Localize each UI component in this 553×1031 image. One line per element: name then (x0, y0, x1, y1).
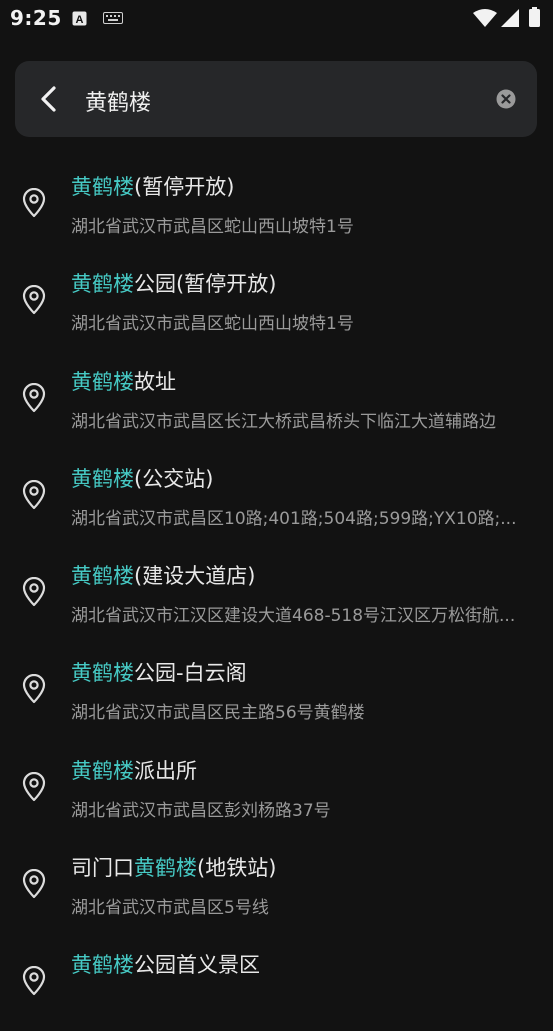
battery-icon (529, 7, 540, 27)
svg-text:A: A (76, 14, 84, 26)
result-address: 湖北省武汉市武昌区蛇山西山坡特1号 (71, 217, 354, 237)
search-bar[interactable]: 黄鹤楼 (15, 61, 537, 137)
result-item[interactable]: 黄鹤楼派出所 湖北省武汉市武昌区彭刘杨路37号 (0, 739, 553, 836)
result-title: 黄鹤楼派出所 (71, 755, 197, 785)
result-address: 湖北省武汉市武昌区5号线 (71, 898, 269, 919)
title-highlight: 黄鹤楼 (71, 369, 134, 394)
location-pin-icon (22, 479, 46, 509)
result-item[interactable]: 黄鹤楼(暂停开放) 湖北省武汉市武昌区蛇山西山坡特1号 (0, 155, 553, 252)
result-title: 黄鹤楼公园-白云阁 (71, 657, 247, 687)
location-pin-icon (22, 966, 46, 996)
title-highlight: 黄鹤楼 (71, 466, 134, 491)
title-highlight: 黄鹤楼 (71, 272, 134, 297)
result-title: 黄鹤楼(暂停开放) (71, 171, 234, 201)
keyboard-icon (103, 12, 123, 24)
result-title: 司门口黄鹤楼(地铁站) (71, 852, 276, 882)
title-suffix: (地铁站) (197, 856, 277, 881)
title-prefix: 司门口 (71, 856, 134, 881)
result-title: 黄鹤楼公园首义景区 (71, 949, 260, 979)
result-item[interactable]: 黄鹤楼公园-白云阁 湖北省武汉市武昌区民主路56号黄鹤楼 (0, 641, 553, 738)
status-bar: 9:25 A (0, 0, 553, 36)
result-item[interactable]: 黄鹤楼(公交站) 湖北省武汉市武昌区10路;401路;504路;599路;YX1… (0, 447, 553, 544)
title-highlight: 黄鹤楼 (71, 564, 134, 589)
title-highlight: 黄鹤楼 (71, 175, 134, 199)
title-suffix: (暂停开放) (134, 175, 235, 199)
result-title: 黄鹤楼故址 (71, 366, 176, 396)
result-item[interactable]: 黄鹤楼(建设大道店) 湖北省武汉市江汉区建设大道468-518号江汉区万松街航.… (0, 544, 553, 641)
result-address: 湖北省武汉市武昌区10路;401路;504路;599路;YX10路;... (71, 508, 517, 529)
chevron-left-icon[interactable] (35, 84, 65, 114)
clear-circle-icon[interactable] (496, 89, 516, 109)
title-highlight: 黄鹤楼 (134, 856, 197, 881)
a-notification-icon: A (72, 11, 87, 26)
result-address: 湖北省武汉市江汉区建设大道468-518号江汉区万松街航... (71, 606, 516, 627)
location-pin-icon (22, 577, 46, 607)
result-item[interactable]: 黄鹤楼公园(暂停开放) 湖北省武汉市武昌区蛇山西山坡特1号 (0, 252, 553, 349)
result-title: 黄鹤楼(建设大道店) (71, 560, 255, 590)
title-highlight: 黄鹤楼 (71, 953, 134, 978)
result-title: 黄鹤楼(公交站) (71, 463, 213, 493)
location-pin-icon (22, 382, 46, 412)
result-address: 湖北省武汉市武昌区彭刘杨路37号 (71, 800, 331, 821)
title-suffix: (建设大道店) (134, 564, 256, 589)
title-suffix: 公园-白云阁 (134, 661, 247, 686)
status-time: 9:25 (10, 6, 62, 30)
location-pin-icon (22, 285, 46, 315)
title-highlight: 黄鹤楼 (71, 758, 134, 783)
results-list: 黄鹤楼(暂停开放) 湖北省武汉市武昌区蛇山西山坡特1号 黄鹤楼公园(暂停开放) … (0, 155, 553, 1031)
result-title: 黄鹤楼公园(暂停开放) (71, 268, 276, 298)
location-pin-icon (22, 674, 46, 704)
result-address: 湖北省武汉市武昌区民主路56号黄鹤楼 (71, 703, 365, 724)
location-pin-icon (22, 188, 46, 218)
search-input[interactable]: 黄鹤楼 (85, 85, 151, 117)
title-suffix: 公园首义景区 (134, 953, 260, 978)
signal-icon (501, 9, 519, 27)
location-pin-icon (22, 869, 46, 899)
title-highlight: 黄鹤楼 (71, 661, 134, 686)
title-suffix: 派出所 (134, 758, 197, 783)
wifi-icon (473, 9, 497, 27)
result-address: 湖北省武汉市武昌区长江大桥武昌桥头下临江大道辅路边 (71, 411, 496, 432)
result-item[interactable]: 黄鹤楼公园首义景区 (0, 933, 553, 1030)
title-suffix: 故址 (134, 369, 176, 394)
title-suffix: 公园(暂停开放) (134, 272, 277, 297)
location-pin-icon (22, 771, 46, 801)
title-suffix: (公交站) (134, 466, 214, 491)
result-address: 湖北省武汉市武昌区蛇山西山坡特1号 (71, 314, 354, 335)
result-item[interactable]: 黄鹤楼故址 湖北省武汉市武昌区长江大桥武昌桥头下临江大道辅路边 (0, 350, 553, 447)
result-item[interactable]: 司门口黄鹤楼(地铁站) 湖北省武汉市武昌区5号线 (0, 836, 553, 933)
